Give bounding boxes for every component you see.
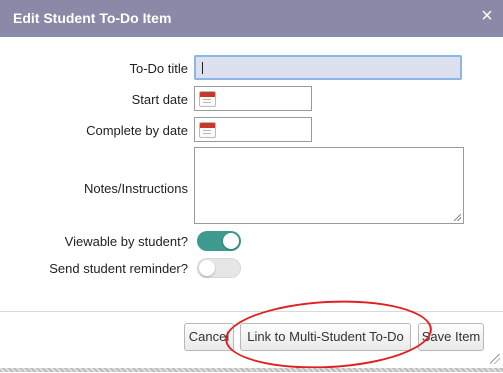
todo-title-input[interactable] [194, 55, 462, 80]
toggle-knob [223, 233, 239, 249]
calendar-icon[interactable] [199, 122, 216, 138]
footer-divider [0, 311, 503, 312]
dialog-title: Edit Student To-Do Item [13, 10, 172, 26]
viewable-toggle[interactable] [197, 231, 241, 251]
save-item-button[interactable]: Save Item [418, 323, 484, 351]
complete-by-date-input[interactable] [194, 117, 312, 142]
todo-title-label: To-Do title [129, 61, 188, 76]
toggle-knob [199, 260, 215, 276]
bottom-strip [0, 368, 503, 372]
dialog-resize-icon[interactable] [490, 354, 500, 364]
calendar-icon[interactable] [199, 91, 216, 107]
cancel-button[interactable]: Cancel [184, 323, 234, 351]
reminder-toggle[interactable] [197, 258, 241, 278]
close-icon[interactable]: × [477, 4, 497, 28]
viewable-label: Viewable by student? [64, 234, 188, 249]
link-multi-student-button[interactable]: Link to Multi-Student To-Do [240, 323, 411, 351]
start-date-input[interactable] [194, 86, 312, 111]
start-date-label: Start date [131, 92, 188, 107]
reminder-label: Send student reminder? [49, 261, 188, 276]
complete-by-date-label: Complete by date [86, 123, 188, 138]
notes-textarea[interactable] [194, 147, 464, 224]
textarea-resize-icon[interactable] [454, 214, 461, 221]
dialog-titlebar: Edit Student To-Do Item [0, 0, 503, 37]
text-caret [202, 62, 203, 74]
notes-label: Notes/Instructions [83, 181, 188, 196]
